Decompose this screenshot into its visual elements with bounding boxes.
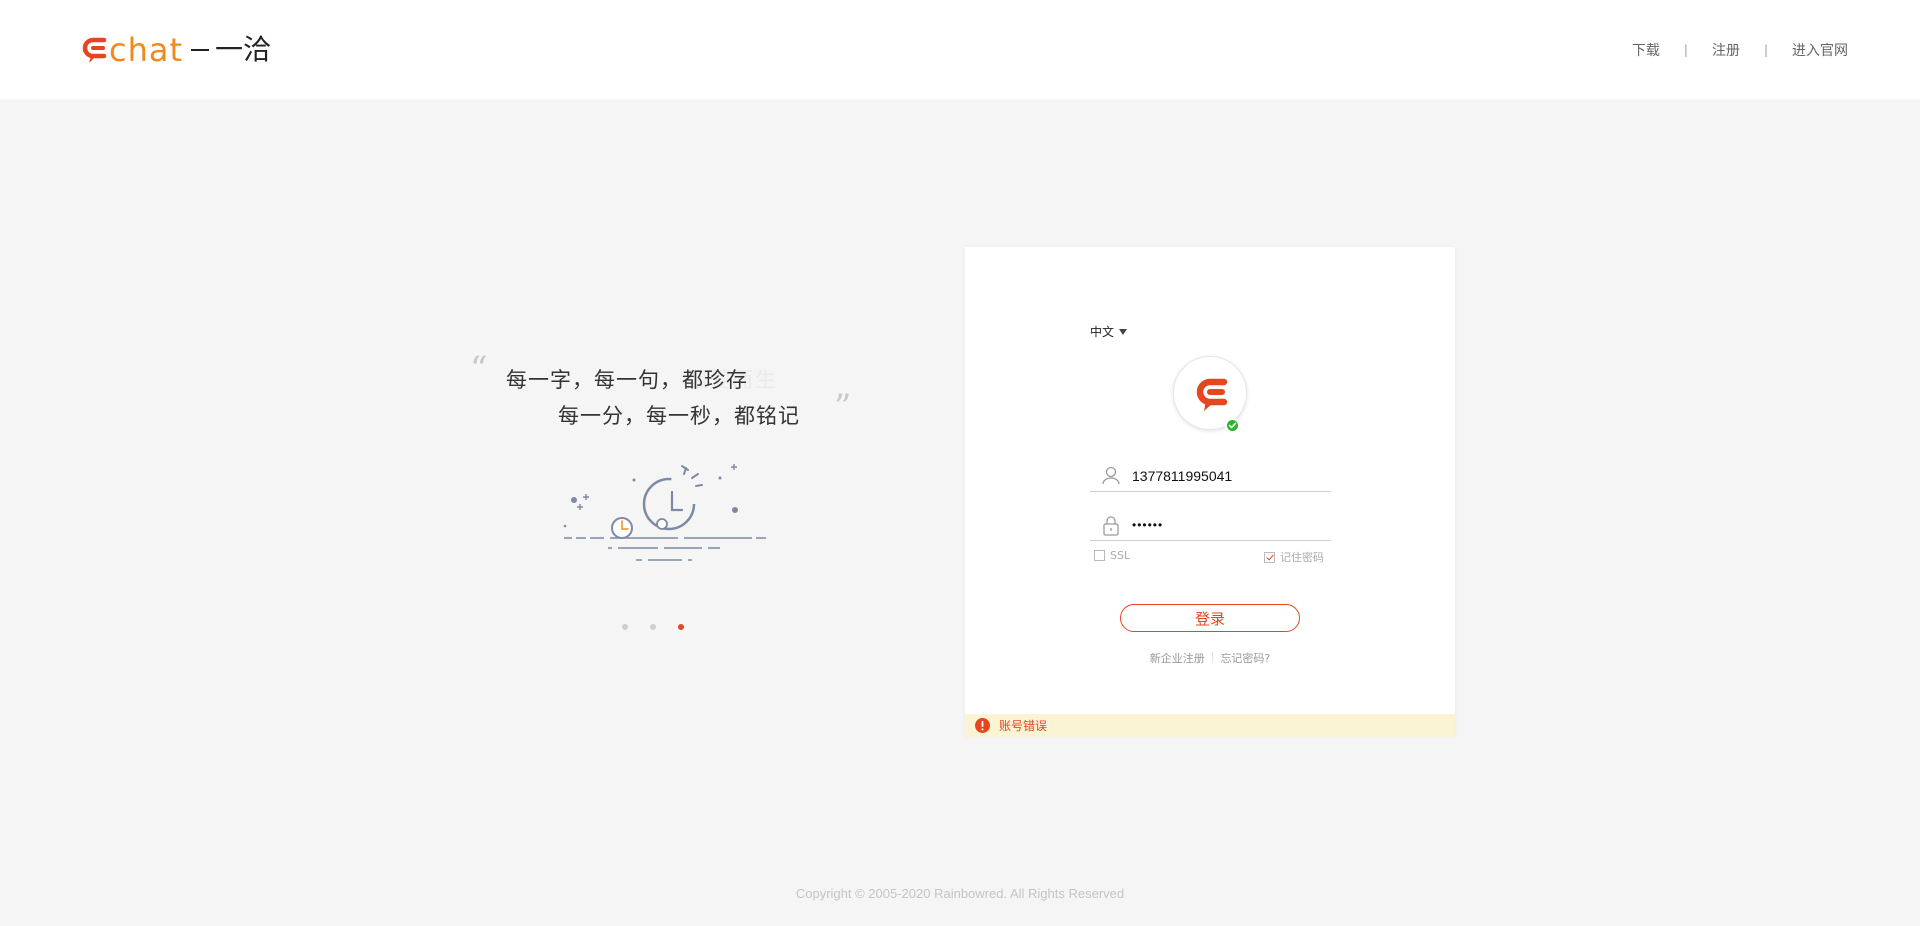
auth-links: 新企业注册 | 忘记密码?: [1145, 650, 1275, 666]
caret-down-icon: [1119, 329, 1128, 335]
slogan-line-1: 每一字，每一句，都珍存: [506, 368, 748, 392]
top-header: chat 一洽 下载 | 注册 | 进入官网: [0, 0, 1920, 99]
carousel-dots: [622, 624, 684, 630]
username-field[interactable]: 13778119950​41: [1090, 460, 1331, 492]
register-company-link[interactable]: 新企业注册: [1150, 650, 1205, 666]
remember-password-checkbox[interactable]: 记住密码: [1264, 549, 1324, 565]
error-icon: [975, 718, 990, 733]
remember-label: 记住密码: [1280, 551, 1324, 564]
quote-close-mark: ”: [834, 387, 852, 427]
error-message: 账号错误: [999, 719, 1048, 733]
carousel-dot[interactable]: [650, 624, 656, 630]
ssl-label: SSL: [1110, 549, 1131, 562]
user-icon: [1102, 466, 1120, 484]
logo-chinese-text: 一洽: [215, 33, 272, 66]
lock-icon: [1103, 515, 1119, 536]
copyright-footer: Copyright © 2005-2020 Rainbowred. All Ri…: [795, 886, 1125, 901]
error-bar: 账号错误: [965, 714, 1455, 737]
ssl-checkbox[interactable]: SSL: [1094, 549, 1130, 562]
forgot-password-link[interactable]: 忘记密码?: [1220, 650, 1270, 666]
language-select-label: 中文: [1090, 325, 1115, 339]
nav-divider: |: [1683, 43, 1688, 57]
slogan-line-2: 每一分，每一秒，都铭记: [558, 404, 800, 428]
nav-website-link[interactable]: 进入官网: [1792, 40, 1848, 60]
carousel-dot[interactable]: [622, 624, 628, 630]
login-button[interactable]: 登录: [1120, 604, 1300, 632]
quote-open-mark: “: [470, 349, 488, 389]
nav-divider: |: [1763, 43, 1768, 57]
nav-download-link[interactable]: 下载: [1632, 40, 1660, 60]
ssl-checkbox-box[interactable]: [1094, 550, 1105, 561]
password-input[interactable]: ••••••: [1132, 518, 1163, 532]
slogan-block: 因爱而生 “ 每一字，每一句，都珍存 每一分，每一秒，都铭记 ”: [470, 352, 870, 434]
echat-avatar-logo-icon: [1196, 378, 1228, 411]
password-field[interactable]: ••••••: [1090, 509, 1331, 541]
online-status-badge: [1225, 418, 1240, 433]
clock-illustration-icon: [563, 464, 766, 561]
nav-register-link[interactable]: 注册: [1712, 40, 1740, 60]
echat-logo-mark-icon: [82, 37, 107, 63]
language-select[interactable]: 中文: [1090, 323, 1128, 340]
top-nav: 下载 | 注册 | 进入官网: [1632, 40, 1848, 60]
remember-checkbox-box[interactable]: [1264, 551, 1275, 563]
logo-divider: [191, 49, 210, 51]
carousel-dot-active[interactable]: [678, 624, 684, 630]
echat-logo[interactable]: chat 一洽: [80, 28, 271, 72]
link-divider: |: [1210, 650, 1215, 663]
login-card: 中文 13778119950​41 •••••• SSL: [965, 247, 1455, 737]
username-input[interactable]: 13778119950​41: [1132, 468, 1232, 484]
check-icon: [1228, 422, 1237, 429]
logo-chat-text: chat: [109, 31, 184, 69]
